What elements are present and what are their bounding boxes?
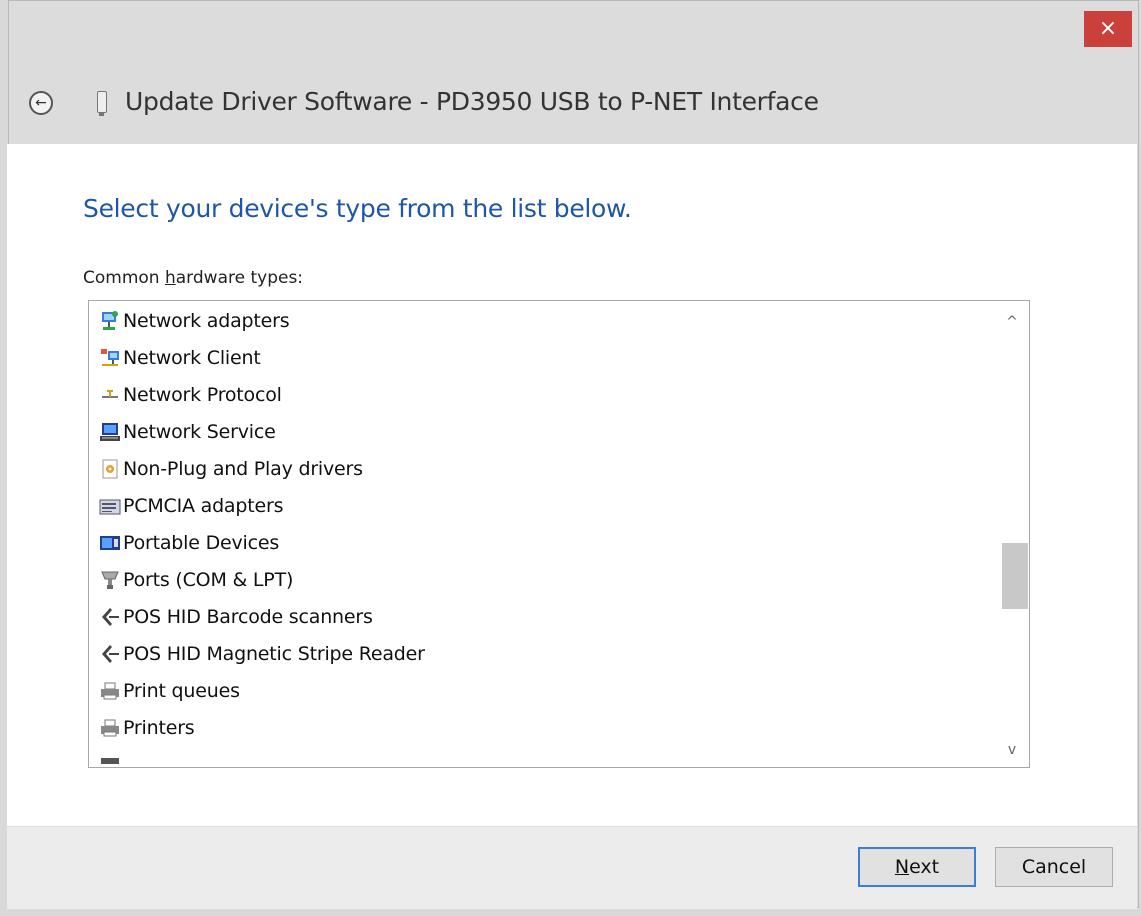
list-item-label: Portable Devices bbox=[123, 532, 280, 554]
list-item[interactable]: Non-Plug and Play drivers bbox=[99, 453, 363, 485]
list-item-label: Network Protocol bbox=[123, 384, 282, 406]
list-item[interactable]: PCMCIA adapters bbox=[99, 490, 283, 522]
network-client-icon bbox=[99, 347, 121, 369]
list-item[interactable]: Print queues bbox=[99, 675, 240, 707]
portable-devices-icon bbox=[99, 532, 121, 554]
network-protocol-icon bbox=[99, 384, 121, 406]
list-item[interactable]: Ports (COM & LPT) bbox=[99, 564, 293, 596]
title-bar: ← Update Driver Software - PD3950 USB to… bbox=[9, 61, 1138, 145]
content-area: Select your device's type from the list … bbox=[7, 144, 1137, 826]
list-item-label: POS HID Barcode scanners bbox=[123, 606, 373, 628]
list-item-label: Network Client bbox=[123, 347, 261, 369]
non-plug-and-play-icon bbox=[99, 458, 121, 480]
list-item-label: Print queues bbox=[123, 680, 240, 702]
pos-hid-icon bbox=[99, 606, 121, 628]
partial-item-icon bbox=[99, 754, 121, 767]
list-item[interactable]: Network Client bbox=[99, 342, 261, 374]
cancel-button[interactable]: Cancel bbox=[995, 847, 1113, 887]
printer-icon bbox=[99, 717, 121, 739]
list-item[interactable]: Network Protocol bbox=[99, 379, 282, 411]
pcmcia-icon bbox=[99, 495, 121, 517]
dialog-footer: Next Cancel bbox=[7, 826, 1137, 909]
next-label: ext bbox=[909, 856, 940, 878]
list-item-partial[interactable] bbox=[99, 749, 123, 767]
list-item-label: PCMCIA adapters bbox=[123, 495, 284, 517]
list-item-label: Network adapters bbox=[123, 310, 290, 332]
scroll-thumb[interactable] bbox=[1002, 543, 1028, 609]
usb-device-icon bbox=[97, 91, 107, 116]
list-item-label: POS HID Magnetic Stripe Reader bbox=[123, 643, 425, 665]
list-item-label: Printers bbox=[123, 717, 195, 739]
vertical-scrollbar[interactable]: ^ v bbox=[995, 301, 1029, 767]
close-button[interactable]: × bbox=[1084, 11, 1132, 47]
list-item-label: Network Service bbox=[123, 421, 276, 443]
next-accelerator: N bbox=[894, 856, 910, 878]
list-item[interactable]: POS HID Barcode scanners bbox=[99, 601, 373, 633]
pos-hid-icon bbox=[99, 643, 121, 665]
list-label-prefix: Common bbox=[83, 268, 165, 288]
back-arrow-icon[interactable]: ← bbox=[29, 91, 53, 115]
ports-icon bbox=[99, 569, 121, 591]
list-item[interactable]: Network Service bbox=[99, 416, 276, 448]
hardware-types-list[interactable]: Network adapters Network Client Network … bbox=[88, 300, 1030, 768]
list-item[interactable]: Printers bbox=[99, 712, 195, 744]
list-item[interactable]: POS HID Magnetic Stripe Reader bbox=[99, 638, 425, 670]
scroll-down-arrow-icon[interactable]: v bbox=[995, 735, 1029, 765]
network-service-icon bbox=[99, 421, 121, 443]
list-item-label: Ports (COM & LPT) bbox=[123, 569, 294, 591]
window-title: Update Driver Software - PD3950 USB to P… bbox=[125, 87, 819, 116]
page-heading: Select your device's type from the list … bbox=[83, 194, 632, 223]
list-item[interactable]: Network adapters bbox=[99, 305, 290, 337]
next-button[interactable]: Next bbox=[858, 847, 976, 887]
printer-icon bbox=[99, 680, 121, 702]
list-label: Common hardware types: bbox=[83, 268, 303, 288]
list-item[interactable]: Portable Devices bbox=[99, 527, 279, 559]
list-label-accelerator: h bbox=[164, 268, 176, 288]
network-adapter-icon bbox=[99, 310, 121, 332]
scroll-up-arrow-icon[interactable]: ^ bbox=[995, 307, 1029, 337]
list-label-suffix: ardware types: bbox=[175, 268, 304, 288]
list-item-label: Non-Plug and Play drivers bbox=[123, 458, 363, 480]
